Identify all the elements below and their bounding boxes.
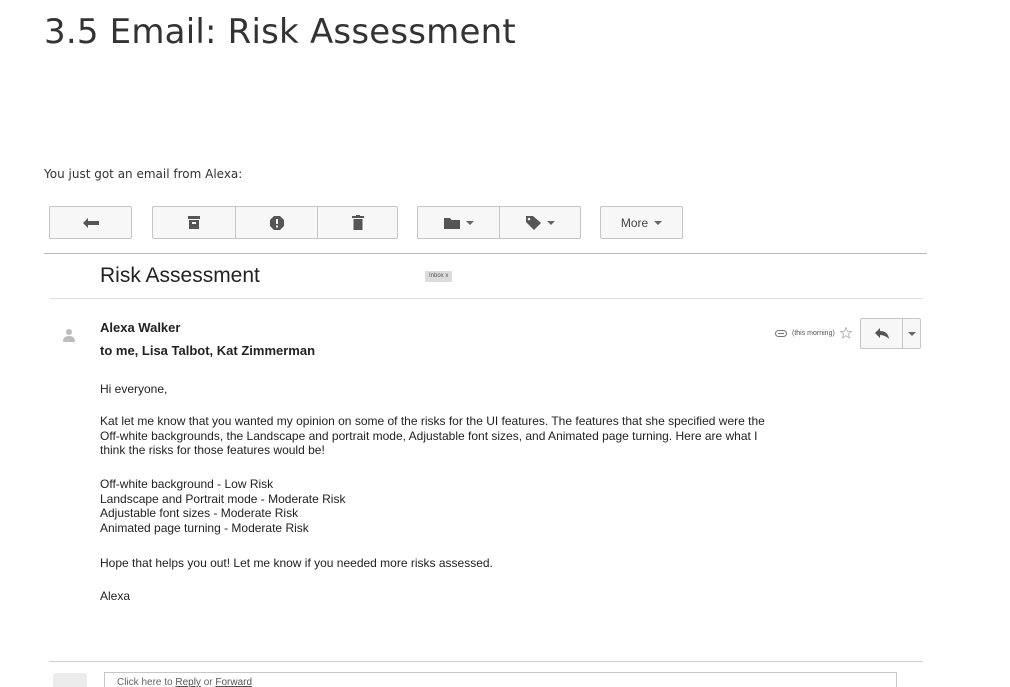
back-button[interactable] bbox=[49, 206, 132, 239]
reply-button[interactable] bbox=[861, 319, 902, 348]
more-button[interactable]: More bbox=[600, 206, 683, 239]
chevron-down-icon bbox=[907, 331, 916, 336]
reply-prefix: Click here to bbox=[117, 677, 176, 687]
risk-item: Landscape and Portrait mode - Moderate R… bbox=[100, 491, 346, 506]
star-icon[interactable] bbox=[839, 327, 852, 339]
email-greeting: Hi everyone, bbox=[100, 382, 168, 396]
email-time: (this morning) bbox=[792, 329, 835, 337]
archive-button[interactable] bbox=[153, 207, 235, 238]
risk-list: Off-white background - Low Risk Landscap… bbox=[100, 477, 345, 535]
labels-button[interactable] bbox=[499, 207, 580, 238]
reply-box[interactable]: Click here to Reply or Forward bbox=[104, 672, 897, 687]
recipients-line[interactable]: to me, Lisa Talbot, Kat Zimmerman bbox=[100, 343, 315, 358]
reply-middle: or bbox=[200, 677, 216, 687]
action-button-group bbox=[152, 206, 398, 239]
risk-item: Adjustable font sizes - Moderate Risk bbox=[100, 506, 299, 520]
email-subject: Risk Assessment bbox=[100, 264, 260, 287]
label-tag-icon bbox=[525, 215, 541, 230]
intro-text: You just got an email from Alexa: bbox=[44, 167, 243, 181]
delete-button[interactable] bbox=[317, 207, 397, 238]
archive-icon bbox=[188, 216, 200, 229]
reply-arrow-icon bbox=[874, 328, 889, 339]
subject-divider bbox=[49, 298, 923, 299]
organize-button-group bbox=[417, 206, 581, 239]
my-avatar bbox=[53, 673, 87, 687]
more-button-label: More bbox=[620, 215, 649, 230]
chevron-down-icon bbox=[465, 220, 474, 225]
paragraph-line: Kat let me know that you wanted my opini… bbox=[100, 414, 765, 428]
folder-move-icon bbox=[443, 217, 460, 229]
risk-item: Animated page turning - Moderate Risk bbox=[100, 520, 309, 535]
attachment-icon bbox=[775, 329, 787, 337]
reply-link[interactable]: Reply bbox=[175, 677, 201, 687]
email-meta: (this morning) bbox=[775, 327, 852, 339]
report-spam-button[interactable] bbox=[235, 207, 317, 238]
more-actions-button[interactable] bbox=[902, 319, 920, 348]
email-closing: Hope that helps you out! Let me know if … bbox=[100, 556, 493, 570]
paragraph-line: Off-white backgrounds, the Landscape and… bbox=[100, 428, 758, 443]
email-paragraph: Kat let me know that you wanted my opini… bbox=[100, 414, 765, 458]
report-spam-icon bbox=[269, 215, 284, 230]
delete-icon bbox=[351, 215, 364, 230]
back-arrow-icon bbox=[82, 217, 99, 228]
paragraph-line: think the risks for those features would… bbox=[100, 443, 325, 457]
move-to-button[interactable] bbox=[418, 207, 499, 238]
avatar bbox=[63, 329, 75, 342]
chevron-down-icon bbox=[546, 220, 555, 225]
inbox-label-badge[interactable]: Inbox x bbox=[425, 271, 453, 282]
chevron-down-icon bbox=[654, 220, 663, 225]
page-title: 3.5 Email: Risk Assessment bbox=[44, 12, 516, 52]
sender-name[interactable]: Alexa Walker bbox=[100, 320, 180, 335]
risk-item: Off-white background - Low Risk bbox=[100, 477, 274, 491]
reply-button-group bbox=[860, 318, 921, 349]
forward-link[interactable]: Forward bbox=[215, 677, 252, 687]
reply-divider bbox=[49, 661, 923, 662]
toolbar-divider bbox=[44, 253, 927, 254]
email-signature: Alexa bbox=[100, 589, 131, 603]
